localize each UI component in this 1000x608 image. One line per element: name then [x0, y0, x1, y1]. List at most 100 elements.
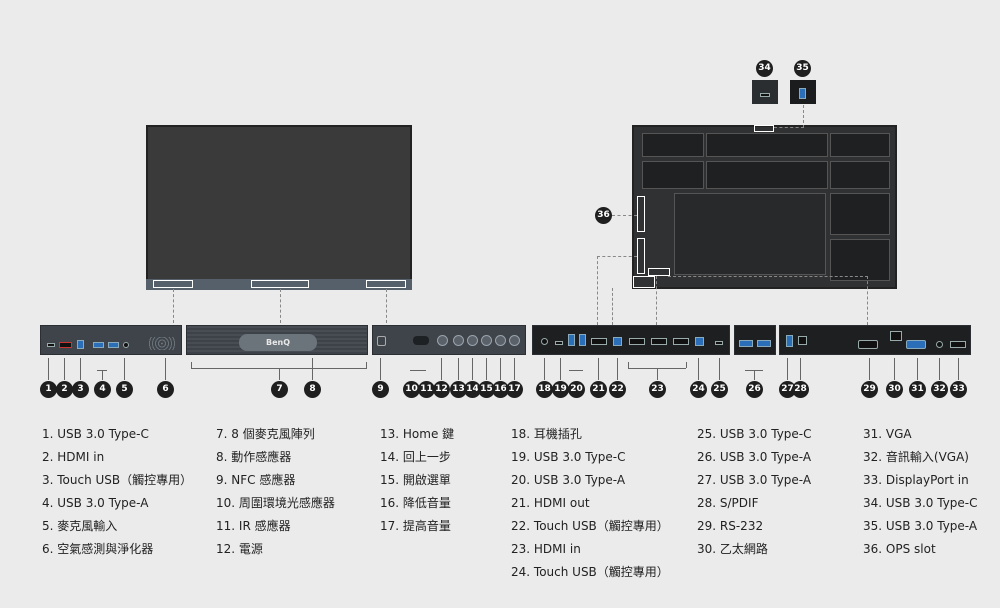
legend-item: 3. Touch USB（觸控專用）: [42, 473, 193, 487]
bracket-20: [569, 370, 583, 371]
legend-item: 35. USB 3.0 Type-A: [863, 519, 978, 533]
marker-8: 8: [304, 381, 321, 398]
usb-a-port-4a: [93, 342, 104, 348]
rear-vent-panel-4: [642, 161, 704, 189]
leader-1: [48, 358, 49, 380]
usb-c-port-25: [715, 341, 723, 345]
legend-item: 30. 乙太網路: [697, 542, 768, 556]
leader-23: [657, 368, 658, 380]
leader-26: [754, 370, 755, 380]
legend-item: 7. 8 個麥克風陣列: [216, 427, 315, 441]
legend-item: 2. HDMI in: [42, 450, 105, 464]
legend-column-5: 25. USB 3.0 Type-C 26. USB 3.0 Type-A 27…: [697, 423, 812, 561]
front-left-callout: [173, 289, 174, 323]
leader-5: [124, 358, 125, 380]
front-right-callout: [386, 289, 387, 323]
leader-24: [698, 358, 699, 380]
legend-item: 28. S/PDIF: [697, 496, 759, 510]
leader-31: [917, 358, 918, 380]
volume-up-button[interactable]: [509, 335, 520, 346]
leader-2: [64, 358, 65, 380]
usb-c-port-34: [760, 93, 770, 97]
legend-item: 14. 回上一步: [380, 450, 451, 464]
ethernet-port-30: [890, 331, 902, 341]
legend-item: 10. 周圍環境光感應器: [216, 496, 335, 510]
touch-usb-port-22: [613, 337, 622, 346]
rear-board: [674, 193, 826, 275]
usb-a-port-27: [786, 335, 793, 347]
legend-item: 24. Touch USB（觸控專用）: [511, 565, 669, 579]
leader-9: [380, 358, 381, 380]
legend-item: 12. 電源: [216, 542, 263, 556]
rear-port-panel-c: [779, 325, 971, 355]
legend-column-6: 31. VGA 32. 音訊輸入(VGA) 33. DisplayPort in…: [863, 423, 978, 561]
legend-item: 25. USB 3.0 Type-C: [697, 427, 812, 441]
legend-item: 36. OPS slot: [863, 542, 936, 556]
rear-top-callout-v: [803, 105, 804, 128]
legend-item: 22. Touch USB（觸控專用）: [511, 519, 669, 533]
leader-28: [800, 358, 801, 380]
legend-column-2: 7. 8 個麥克風陣列 8. 動作感應器 9. NFC 感應器 10. 周圍環境…: [216, 423, 335, 561]
touch-usb-port-24: [695, 337, 704, 346]
marker-35: 35: [794, 60, 811, 77]
rear-top-port-box-usb-a: [790, 80, 816, 104]
front-mid-callout: [280, 289, 281, 323]
ops-slot-highlight: [637, 196, 645, 232]
legend-item: 27. USB 3.0 Type-A: [697, 473, 812, 487]
marker-25: 25: [711, 381, 728, 398]
rear-bottom-callout-3: [668, 276, 868, 325]
usb-a-port-20b: [579, 334, 586, 346]
legend-item: 13. Home 鍵: [380, 427, 455, 441]
legend-item: 4. USB 3.0 Type-A: [42, 496, 149, 510]
volume-down-button[interactable]: [495, 335, 506, 346]
leader-32: [939, 358, 940, 380]
rear-vent-panel-2: [706, 133, 828, 157]
home-button[interactable]: [453, 335, 464, 346]
rear-port-panel-a: [532, 325, 730, 355]
legend-column-1: 1. USB 3.0 Type-C 2. HDMI in 3. Touch US…: [42, 423, 192, 561]
hdmi-in-port-2: [59, 342, 72, 348]
menu-button[interactable]: [481, 335, 492, 346]
legend-item: 34. USB 3.0 Type-C: [863, 496, 978, 510]
legend-item: 18. 耳機插孔: [511, 427, 582, 441]
leader-7: [279, 368, 280, 380]
bracket-7-left: [191, 362, 192, 368]
usb-a-port-20a: [568, 334, 575, 346]
leader-13: [458, 358, 459, 380]
leader-21: [598, 358, 599, 380]
legend-item: 20. USB 3.0 Type-A: [511, 473, 626, 487]
legend-item: 11. IR 感應器: [216, 519, 291, 533]
rear-top-callout: [774, 127, 804, 128]
legend-item: 31. VGA: [863, 427, 912, 441]
usb-a-port-26a: [739, 340, 753, 347]
marker-33: 33: [950, 381, 967, 398]
rear-vent-panel-5: [706, 161, 828, 189]
rear-bottom-callout-2: [656, 276, 657, 325]
bracket-23-right: [686, 362, 687, 368]
power-button[interactable]: [437, 335, 448, 346]
leader-25: [719, 358, 720, 380]
marker-12: 12: [433, 381, 450, 398]
legend-item: 21. HDMI out: [511, 496, 590, 510]
usb-a-port-4b: [108, 342, 119, 348]
air-purifier-grille: [149, 337, 175, 350]
marker-4: 4: [94, 381, 111, 398]
legend-column-3: 13. Home 鍵 14. 回上一步 15. 開啟選單 16. 降低音量 17…: [380, 423, 454, 538]
marker-24: 24: [690, 381, 707, 398]
leader-12: [441, 358, 442, 380]
leader-30: [894, 358, 895, 380]
rear-top-port-highlight: [754, 125, 774, 132]
vga-audio-jack-32: [936, 341, 943, 348]
rear-top-port-box-usb-c: [752, 80, 778, 104]
touch-usb-port-3: [77, 340, 84, 349]
leader-19: [560, 358, 561, 380]
legend-item: 29. RS-232: [697, 519, 764, 533]
back-button[interactable]: [467, 335, 478, 346]
usb-c-port-19: [555, 341, 563, 345]
rear-display: [632, 125, 897, 289]
legend-item: 1. USB 3.0 Type-C: [42, 427, 149, 441]
marker-3: 3: [72, 381, 89, 398]
sensor-window: [413, 336, 429, 345]
leader-17: [514, 358, 515, 380]
leader-16: [500, 358, 501, 380]
